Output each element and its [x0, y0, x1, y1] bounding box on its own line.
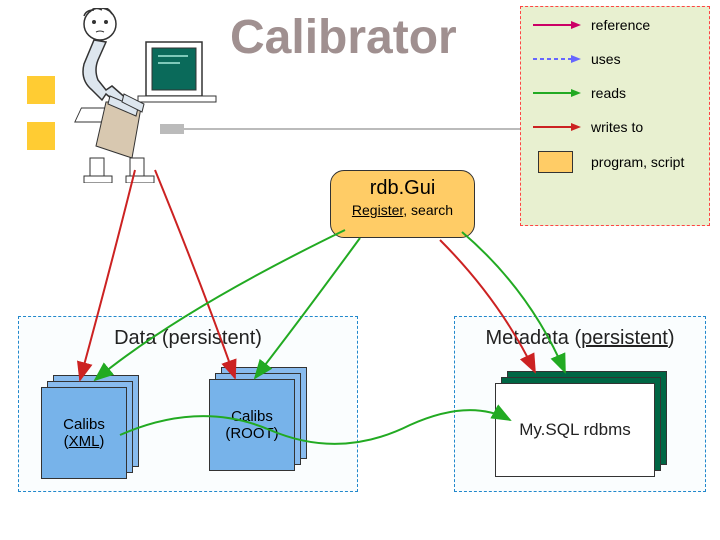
- calibs-xml-label: Calibs: [63, 416, 105, 433]
- metadata-persistent-panel: Metadata (persistent) My.SQL rdbms: [454, 316, 706, 492]
- data-persistent-panel: Data (persistent) Calibs (XML) Calibs (R…: [18, 316, 358, 492]
- rdb-gui-box: rdb.Gui Register, search: [330, 170, 475, 238]
- legend-program-box: [538, 151, 573, 173]
- legend-label: reads: [591, 85, 626, 101]
- page-title: Calibrator: [230, 10, 457, 65]
- data-panel-title: Data (persistent): [19, 327, 357, 350]
- legend-line-reads: [531, 83, 581, 103]
- calibs-root-format: (ROOT): [225, 425, 278, 442]
- legend-label: writes to: [591, 119, 643, 135]
- calibs-root-label: Calibs: [231, 408, 273, 425]
- calibs-xml-format: (XML): [64, 433, 105, 450]
- legend-label: uses: [591, 51, 621, 67]
- gui-subtitle: Register, search: [331, 202, 474, 218]
- legend: reference uses reads writes to program, …: [520, 6, 710, 226]
- meta-panel-title: Metadata (persistent): [455, 327, 705, 350]
- mysql-label: My.SQL rdbms: [519, 420, 630, 440]
- legend-label: reference: [591, 17, 650, 33]
- legend-line-uses: [531, 49, 581, 69]
- person-at-computer-icon: [50, 8, 230, 183]
- legend-label: program, script: [591, 154, 684, 170]
- legend-line-writes: [531, 117, 581, 137]
- gui-title: rdb.Gui: [331, 177, 474, 200]
- legend-line-reference: [531, 15, 581, 35]
